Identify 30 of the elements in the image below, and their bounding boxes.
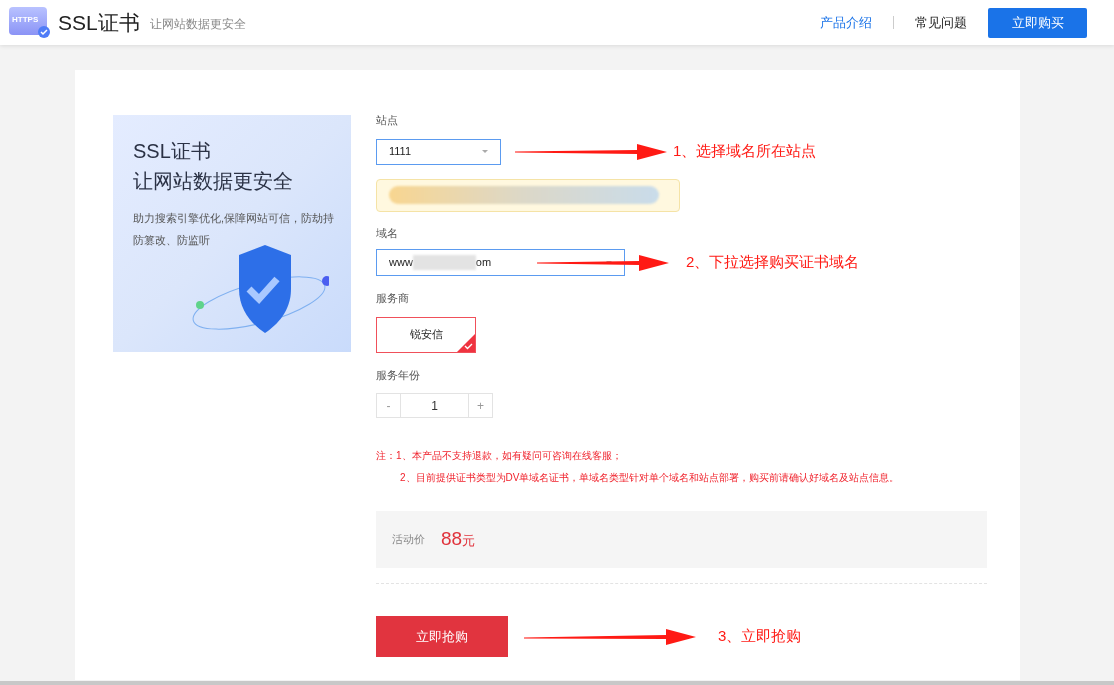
nav-link[interactable]: 产品介绍: [820, 12, 872, 33]
check-corner-icon: [457, 333, 475, 352]
field-label: 服务年份: [376, 367, 421, 383]
field-label: 域名: [376, 225, 399, 241]
nav-link[interactable]: 常见问题: [915, 12, 967, 33]
banner-headline: 让网站数据更安全: [133, 169, 294, 194]
site-select[interactable]: 1111: [376, 138, 501, 165]
year-value[interactable]: 1: [401, 394, 468, 417]
field-label: 服务商: [376, 291, 410, 306]
annotation-text: 1、选择域名所在站点: [673, 141, 817, 162]
caret-icon: [482, 150, 488, 153]
banner-description: 助力搜索引擎优化,保障网站可信，防劫持防篡改、防监听: [133, 211, 336, 248]
price-value: 88元: [441, 527, 476, 552]
site-title: SSL证书: [58, 9, 140, 36]
browser-window-icon: [9, 7, 47, 35]
field-label: 站点: [376, 113, 399, 128]
grab-now-button[interactable]: 立即抢购: [376, 616, 508, 657]
blurred-text: [412, 255, 476, 270]
domain-select[interactable]: www om: [376, 249, 625, 276]
provider-option[interactable]: 锐安信: [376, 316, 476, 353]
check-badge-icon: [38, 26, 50, 38]
site-subtitle: 让网站数据更安全: [149, 16, 246, 33]
buy-now-button[interactable]: 立即购买: [988, 7, 1087, 38]
banner-title: SSL证书: [133, 139, 212, 164]
price-label: 活动价: [392, 532, 425, 548]
logo-badge-text: HTTPS: [12, 15, 39, 24]
note-text: 2、目前提供证书类型为DV单域名证书，单域名类型针对单个域名和站点部署，购买前请确认好域名及站点信息。: [399, 471, 901, 485]
annotation-text: 3、立即抢购: [718, 626, 802, 647]
annotation-text: 2、下拉选择购买证书域名: [686, 252, 860, 273]
note-text: 注：1、本产品不支持退款，如有疑问可咨询在线客服；: [376, 449, 623, 463]
